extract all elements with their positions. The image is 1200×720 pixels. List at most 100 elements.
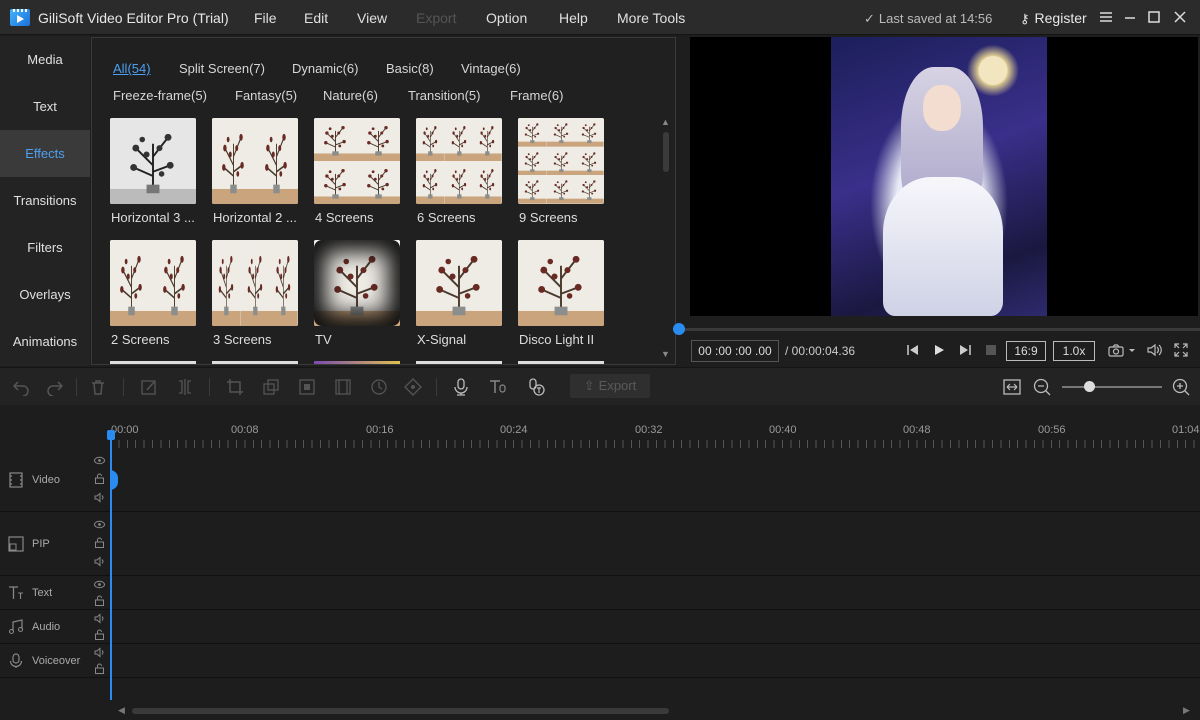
- speech-to-text-icon[interactable]: [527, 378, 545, 396]
- keyframe-icon[interactable]: [404, 378, 422, 396]
- delete-icon[interactable]: [89, 378, 107, 396]
- mosaic-icon[interactable]: [298, 378, 316, 396]
- stop-icon[interactable]: [984, 343, 998, 357]
- zoom-slider-handle[interactable]: [1084, 381, 1095, 392]
- export-button[interactable]: ⇪ Export: [570, 374, 650, 398]
- nav-animations[interactable]: Animations: [0, 318, 90, 365]
- scroll-left-icon[interactable]: ◀: [118, 705, 125, 716]
- scroll-down-icon[interactable]: ▼: [661, 349, 670, 359]
- nav-overlays[interactable]: Overlays: [0, 271, 90, 318]
- close-icon[interactable]: [1172, 9, 1188, 25]
- fit-timeline-icon[interactable]: [1003, 378, 1021, 396]
- menu-more-tools[interactable]: More Tools: [617, 10, 685, 26]
- split-icon[interactable]: [176, 378, 194, 396]
- category-nature[interactable]: Nature(6): [323, 88, 378, 103]
- video-preview[interactable]: [690, 37, 1198, 316]
- next-frame-icon[interactable]: [958, 343, 972, 357]
- effect-thumbnail-partial[interactable]: [518, 361, 604, 364]
- nav-effects[interactable]: Effects: [0, 130, 90, 177]
- text-to-speech-icon[interactable]: [489, 378, 507, 396]
- effect-thumbnail[interactable]: [518, 240, 604, 326]
- effect-thumbnail-partial[interactable]: [314, 361, 400, 364]
- track-video[interactable]: Video: [0, 448, 1200, 512]
- nav-text[interactable]: Text: [0, 83, 90, 130]
- aspect-ratio-button[interactable]: 16:9: [1006, 341, 1046, 361]
- menu-file[interactable]: File: [254, 10, 277, 26]
- speed-clock-icon[interactable]: [370, 378, 388, 396]
- playback-progress-handle[interactable]: [673, 323, 685, 335]
- minimize-icon[interactable]: [1122, 9, 1138, 25]
- playhead-line[interactable]: [110, 434, 112, 700]
- mute-speaker-icon[interactable]: [94, 492, 105, 503]
- mute-speaker-icon[interactable]: [94, 556, 105, 567]
- effect-thumbnail[interactable]: [212, 118, 298, 204]
- timeline-ruler[interactable]: 00:00 00:08 00:16 00:24 00:32 00:40 00:4…: [110, 420, 1200, 448]
- zoom-in-icon[interactable]: [1172, 378, 1190, 396]
- snapshot-camera-icon[interactable]: [1108, 343, 1138, 357]
- redo-icon[interactable]: [46, 378, 64, 396]
- track-voiceover[interactable]: Voiceover: [0, 644, 1200, 678]
- category-split-screen[interactable]: Split Screen(7): [179, 61, 265, 76]
- effect-thumbnail-partial[interactable]: [110, 361, 196, 364]
- timeline-horizontal-scrollbar[interactable]: [132, 708, 669, 714]
- effect-thumbnail[interactable]: [314, 118, 400, 204]
- track-pip[interactable]: PIP: [0, 512, 1200, 576]
- zoom-slider-track[interactable]: [1062, 386, 1162, 388]
- menu-help[interactable]: Help: [559, 10, 588, 26]
- prev-frame-icon[interactable]: [906, 343, 920, 357]
- category-freeze-frame[interactable]: Freeze-frame(5): [113, 88, 207, 103]
- playback-progress-track[interactable]: [678, 328, 1200, 331]
- category-transition[interactable]: Transition(5): [408, 88, 480, 103]
- menu-edit[interactable]: Edit: [304, 10, 328, 26]
- effects-scrollbar[interactable]: [663, 132, 669, 172]
- nav-filters[interactable]: Filters: [0, 224, 90, 271]
- register-button[interactable]: ⚷ Register: [1020, 10, 1087, 27]
- playback-speed-button[interactable]: 1.0x: [1053, 341, 1095, 361]
- effect-thumbnail[interactable]: [314, 240, 400, 326]
- record-voice-icon[interactable]: [452, 378, 470, 396]
- nav-media[interactable]: Media: [0, 36, 90, 83]
- aspect-icon[interactable]: [334, 378, 352, 396]
- effect-thumbnail[interactable]: [518, 118, 604, 204]
- track-text[interactable]: Text: [0, 576, 1200, 610]
- timeline[interactable]: 00:00 00:08 00:16 00:24 00:32 00:40 00:4…: [0, 406, 1200, 720]
- play-icon[interactable]: [932, 343, 946, 357]
- lock-icon[interactable]: [94, 537, 105, 548]
- maximize-icon[interactable]: [1146, 9, 1162, 25]
- crop-icon[interactable]: [226, 378, 244, 396]
- nav-transitions[interactable]: Transitions: [0, 177, 90, 224]
- lock-icon[interactable]: [94, 629, 105, 640]
- category-fantasy[interactable]: Fantasy(5): [235, 88, 297, 103]
- lock-icon[interactable]: [94, 473, 105, 484]
- effect-thumbnail-partial[interactable]: [212, 361, 298, 364]
- visibility-eye-icon[interactable]: [94, 519, 105, 530]
- volume-icon[interactable]: [1147, 343, 1163, 357]
- current-time-field[interactable]: 00 :00 :00 .00: [691, 340, 779, 362]
- effect-thumbnail-partial[interactable]: [416, 361, 502, 364]
- category-dynamic[interactable]: Dynamic(6): [292, 61, 358, 76]
- category-vintage[interactable]: Vintage(6): [461, 61, 521, 76]
- menu-view[interactable]: View: [357, 10, 387, 26]
- effect-thumbnail[interactable]: [110, 118, 196, 204]
- visibility-eye-icon[interactable]: [94, 455, 105, 466]
- menu-option[interactable]: Option: [486, 10, 527, 26]
- zoom-out-icon[interactable]: [1033, 378, 1051, 396]
- scroll-up-icon[interactable]: ▲: [661, 117, 670, 127]
- effect-thumbnail[interactable]: [212, 240, 298, 326]
- fullscreen-icon[interactable]: [1174, 343, 1188, 357]
- category-basic[interactable]: Basic(8): [386, 61, 434, 76]
- mute-speaker-icon[interactable]: [94, 647, 105, 658]
- undo-icon[interactable]: [12, 378, 30, 396]
- lock-icon[interactable]: [94, 663, 105, 674]
- effect-thumbnail[interactable]: [416, 240, 502, 326]
- mute-speaker-icon[interactable]: [94, 613, 105, 624]
- effect-thumbnail[interactable]: [110, 240, 196, 326]
- category-frame[interactable]: Frame(6): [510, 88, 563, 103]
- category-all[interactable]: All(54): [113, 61, 151, 76]
- track-audio[interactable]: Audio: [0, 610, 1200, 644]
- edit-icon[interactable]: [140, 378, 158, 396]
- scroll-right-icon[interactable]: ▶: [1183, 705, 1190, 716]
- menu-export[interactable]: Export: [416, 10, 456, 26]
- hamburger-menu-icon[interactable]: [1098, 9, 1114, 25]
- lock-icon[interactable]: [94, 595, 105, 606]
